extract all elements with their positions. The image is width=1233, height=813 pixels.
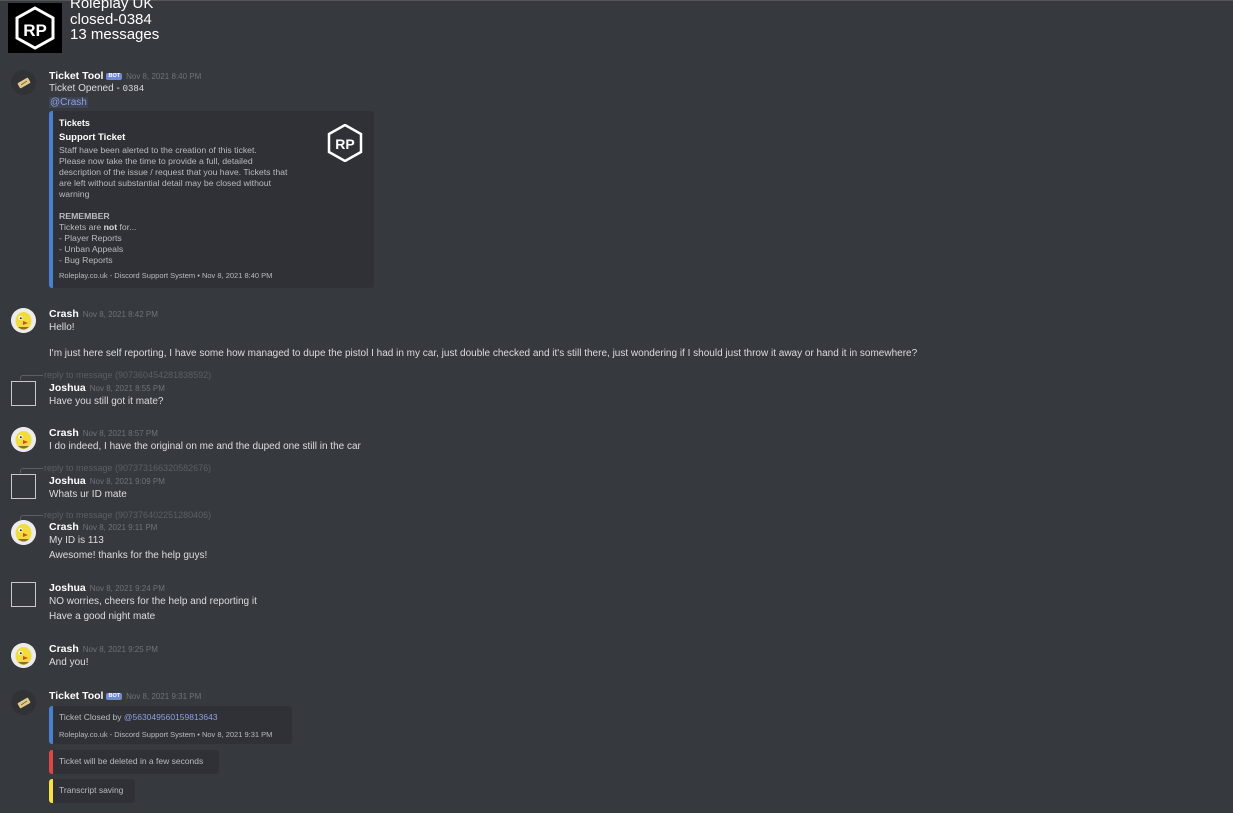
message-text: Have a good night mate [49, 611, 156, 622]
message-text: Ticket Opened - [49, 83, 123, 94]
author-name[interactable]: Crash [49, 521, 79, 533]
avatar[interactable] [11, 381, 36, 406]
message-text: And you! [49, 657, 89, 668]
embed-desc-line: Please now take the time to provide a fu… [59, 156, 253, 166]
embed-description: Staff have been alerted to the creation … [59, 145, 304, 266]
embed-footer: Roleplay.co.uk - Discord Support System … [59, 730, 273, 739]
avatar[interactable] [11, 427, 36, 452]
timestamp: Nov 8, 2021 8:40 PM [126, 72, 202, 81]
reply-text: reply to message (907376402251280406) [44, 510, 212, 520]
reply-text: reply to message (907373166320582676) [44, 463, 212, 473]
author-name[interactable]: Crash [49, 308, 79, 320]
message-text: I do indeed, I have the original on me a… [49, 441, 361, 452]
user-mention[interactable]: @Crash [49, 97, 88, 108]
guild-icon: RP [8, 3, 62, 53]
author-line: Crash Nov 8, 2021 8:42 PM [49, 308, 158, 320]
timestamp: Nov 8, 2021 9:24 PM [89, 584, 165, 593]
author-name[interactable]: Crash [49, 427, 79, 439]
timestamp: Nov 8, 2021 8:57 PM [82, 429, 158, 438]
embed-text: Transcript saving [59, 785, 124, 795]
embed-list-item: - Unban Appeals [59, 244, 124, 254]
avatar[interactable] [11, 308, 36, 333]
embed-remember-heading: REMEMBER [59, 211, 110, 221]
timestamp: Nov 8, 2021 8:42 PM [82, 310, 158, 319]
embed-list-item: - Player Reports [59, 233, 122, 243]
embed-thumbnail: RP [325, 123, 365, 163]
guild-name: Roleplay UK [70, 0, 154, 12]
ticket-icon [17, 77, 30, 88]
embed-desc-line: are left without substantial detail may … [59, 178, 271, 188]
message-count: 13 messages [70, 26, 160, 43]
bird-avatar-icon [11, 427, 36, 452]
thumbnail-logo-text: RP [335, 136, 354, 152]
user-mention[interactable]: @563049560159813643 [124, 712, 218, 722]
message-text: I'm just here self reporting, I have som… [49, 348, 918, 359]
author-name[interactable]: Joshua [49, 382, 86, 394]
channel-name: closed-0384 [70, 10, 152, 28]
guild-logo-text: RP [23, 21, 47, 40]
bird-avatar-icon [11, 643, 36, 668]
avatar[interactable] [11, 474, 36, 499]
embed-author: Tickets [59, 118, 90, 128]
embed-desc-line: description of the issue / request that … [59, 167, 288, 177]
timestamp: Nov 8, 2021 8:55 PM [89, 384, 165, 393]
embed-text: Ticket will be deleted in a few seconds [59, 756, 204, 766]
transcript-embed: Transcript saving [49, 779, 135, 803]
reply-connector [20, 468, 43, 473]
timestamp: Nov 8, 2021 9:09 PM [89, 477, 165, 486]
author-line: Ticket Tool BOT Nov 8, 2021 8:40 PM [49, 70, 201, 82]
ticket-embed: Tickets Support Ticket Staff have been a… [49, 111, 374, 288]
timestamp: Nov 8, 2021 9:11 PM [82, 523, 158, 532]
ticket-icon [17, 697, 30, 708]
author-name[interactable]: Joshua [49, 582, 86, 594]
avatar[interactable] [11, 643, 36, 668]
timestamp: Nov 8, 2021 9:31 PM [126, 692, 202, 701]
ticket-closed-embed: Ticket Closed by @563049560159813643 Rol… [49, 706, 292, 744]
author-line: Crash Nov 8, 2021 9:11 PM [49, 521, 157, 533]
message-text: Awesome! thanks for the help guys! [49, 550, 208, 561]
embed-desc-line: Staff have been alerted to the creation … [59, 145, 257, 155]
avatar[interactable] [11, 690, 36, 715]
author-line: Crash Nov 8, 2021 9:25 PM [49, 643, 158, 655]
author-line: Crash Nov 8, 2021 8:57 PM [49, 427, 158, 439]
timestamp: Nov 8, 2021 9:25 PM [82, 645, 158, 654]
author-name[interactable]: Ticket Tool [49, 690, 103, 702]
bird-avatar-icon [11, 520, 36, 545]
message-text: My ID is 113 [49, 535, 104, 546]
message-text: Have you still got it mate? [49, 396, 164, 407]
avatar[interactable] [11, 520, 36, 545]
embed-not-line: Tickets are not for... [59, 222, 137, 232]
embed-title: Support Ticket [59, 132, 126, 143]
reply-text: reply to message (907360454281838592) [44, 370, 212, 380]
author-name[interactable]: Joshua [49, 475, 86, 487]
embed-desc-line: warning [59, 189, 90, 199]
bot-badge: BOT [106, 693, 123, 700]
avatar[interactable] [11, 70, 36, 95]
bird-avatar-icon [11, 308, 36, 333]
bot-badge: BOT [106, 73, 123, 80]
ticket-deleted-embed: Ticket will be deleted in a few seconds [49, 750, 219, 774]
author-name[interactable]: Crash [49, 643, 79, 655]
message-text: Hello! [49, 322, 75, 333]
author-line: Joshua Nov 8, 2021 9:09 PM [49, 475, 165, 487]
message-text: NO worries, cheers for the help and repo… [49, 596, 257, 607]
embed-footer: Roleplay.co.uk - Discord Support System … [59, 271, 273, 280]
author-name[interactable]: Ticket Tool [49, 70, 103, 82]
avatar[interactable] [11, 582, 36, 607]
embed-text: Ticket Closed by @563049560159813643 [59, 712, 218, 722]
message-content: Ticket Opened - 0384 [49, 83, 144, 94]
author-line: Joshua Nov 8, 2021 8:55 PM [49, 382, 165, 394]
embed-list-item: - Bug Reports [59, 255, 113, 265]
ticket-code: 0384 [122, 84, 145, 94]
author-line: Ticket Tool BOT Nov 8, 2021 9:31 PM [49, 690, 201, 702]
message-text: Whats ur ID mate [49, 489, 127, 500]
author-line: Joshua Nov 8, 2021 9:24 PM [49, 582, 165, 594]
reply-connector [20, 375, 43, 380]
mention-line: @Crash [49, 97, 88, 108]
